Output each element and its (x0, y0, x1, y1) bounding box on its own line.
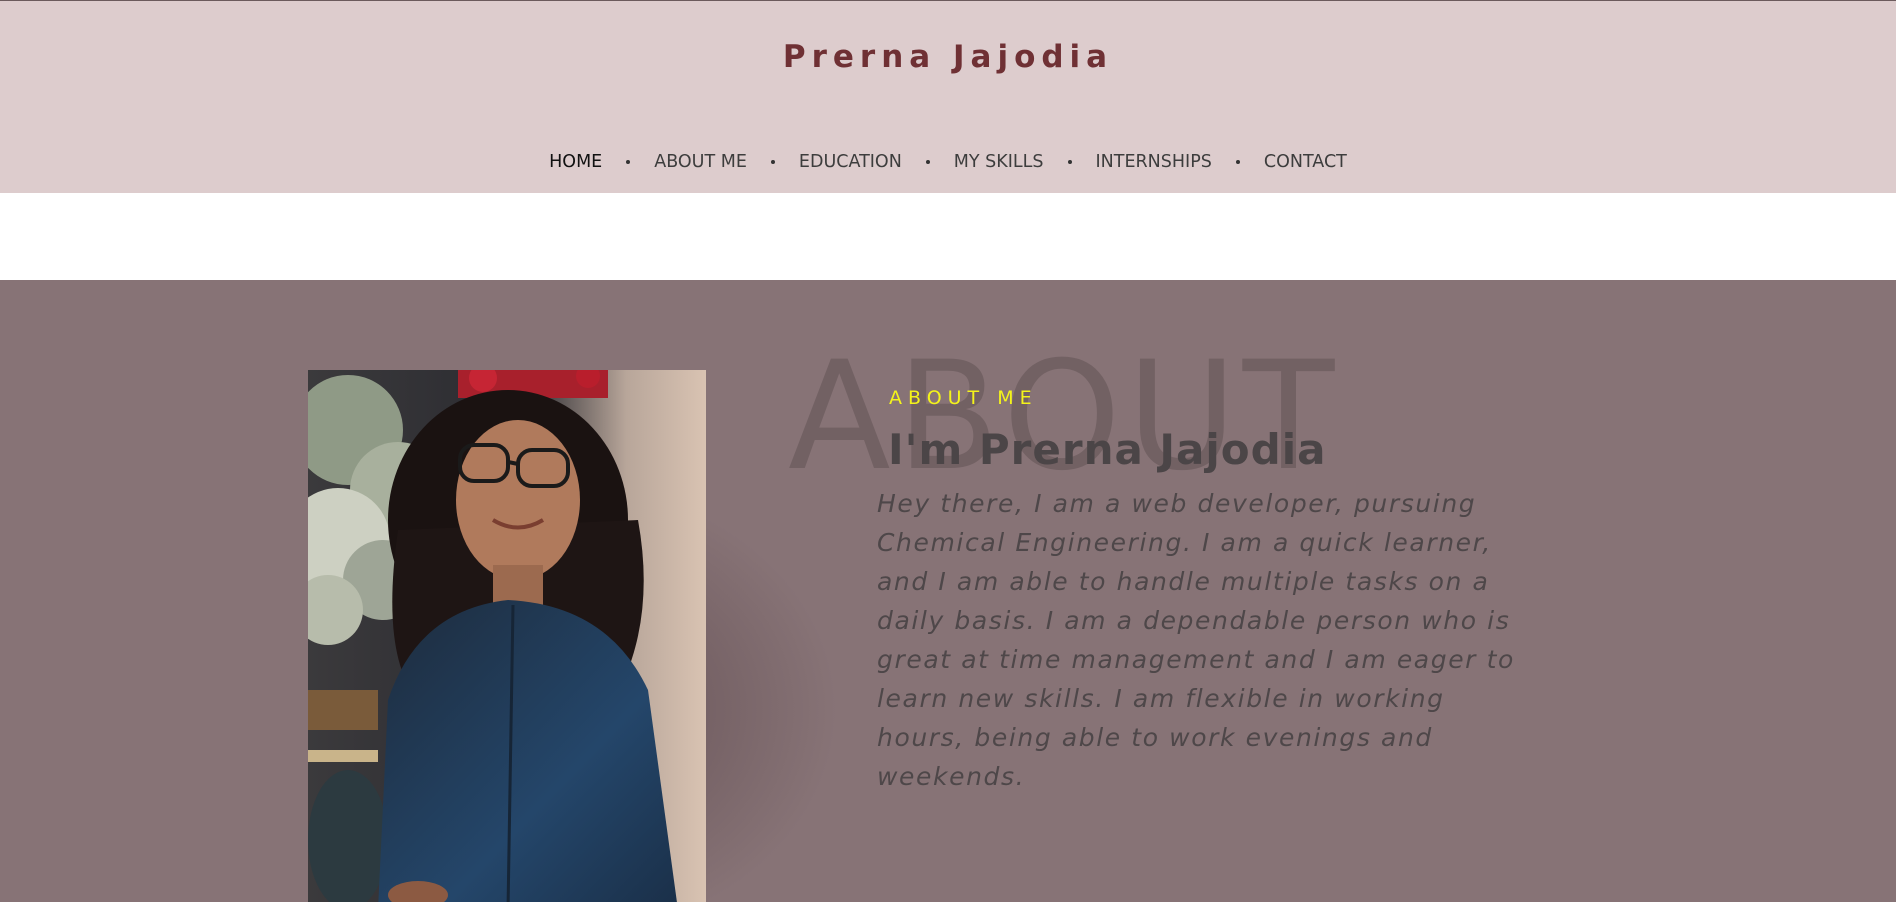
nav-item-contact[interactable]: CONTACT (1264, 152, 1347, 172)
nav-item-internships[interactable]: INTERNSHIPS (1096, 152, 1212, 172)
window-edge (1896, 0, 1900, 902)
nav-separator-dot (1235, 160, 1240, 164)
nav-item-my-skills[interactable]: MY SKILLS (954, 152, 1044, 172)
profile-photo (308, 370, 706, 902)
nav-item-education[interactable]: EDUCATION (799, 152, 902, 172)
site-header: Prerna Jajodia HOME ABOUT ME EDUCATION M… (0, 0, 1896, 193)
nav-separator-dot (925, 160, 930, 164)
nav-item-home[interactable]: HOME (549, 152, 602, 172)
section-eyebrow: ABOUT ME (889, 387, 1038, 409)
about-bio: Hey there, I am a web developer, pursuin… (877, 489, 1515, 791)
main-nav: HOME ABOUT ME EDUCATION MY SKILLS INTERN… (0, 152, 1896, 172)
nav-separator-dot (1067, 160, 1072, 164)
site-title[interactable]: Prerna Jajodia (0, 39, 1896, 75)
page: Prerna Jajodia HOME ABOUT ME EDUCATION M… (0, 0, 1900, 902)
nav-separator-dot (626, 160, 631, 164)
about-section: ABOUT ABOUT ME I'm Prerna Jajodia Hey th… (0, 280, 1896, 902)
nav-item-about-me[interactable]: ABOUT ME (654, 152, 747, 172)
about-heading: I'm Prerna Jajodia (888, 425, 1327, 474)
nav-separator-dot (770, 160, 775, 164)
about-watermark: ABOUT (788, 330, 1341, 504)
